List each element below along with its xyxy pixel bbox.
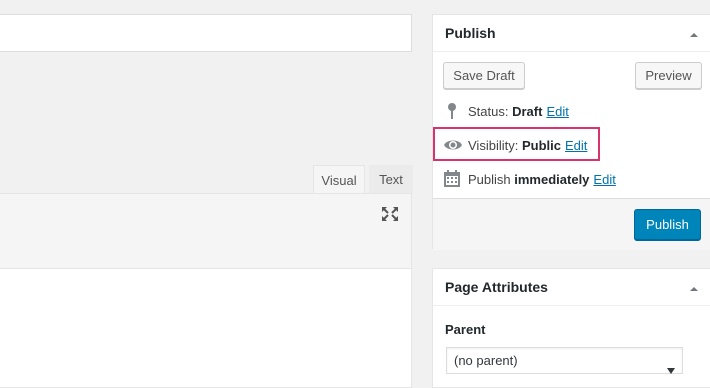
status-edit-link[interactable]: Edit <box>546 104 568 119</box>
publish-button[interactable]: Publish <box>634 209 701 240</box>
fullscreen-icon[interactable] <box>381 206 399 222</box>
parent-select[interactable]: (no parent) <box>446 347 683 374</box>
publish-value: immediately <box>514 172 590 187</box>
publish-box: Publish Save Draft Preview Status: Draft… <box>432 14 710 250</box>
chevron-down-icon <box>667 357 675 374</box>
pin-icon <box>445 102 463 120</box>
status-label: Status: <box>468 104 509 119</box>
publish-header[interactable]: Publish <box>433 15 710 52</box>
editor-content[interactable] <box>0 268 412 388</box>
page-attributes-title: Page Attributes <box>445 279 548 295</box>
publish-schedule-row: Publish immediately Edit <box>468 172 616 187</box>
publish-label: Publish <box>468 172 511 187</box>
publish-title: Publish <box>445 25 496 41</box>
publish-edit-link[interactable]: Edit <box>593 172 615 187</box>
tab-text[interactable]: Text <box>369 165 413 194</box>
save-draft-button[interactable]: Save Draft <box>443 62 525 89</box>
parent-select-value: (no parent) <box>454 353 518 368</box>
eye-icon <box>443 136 463 154</box>
visibility-label: Visibility: <box>468 138 519 153</box>
visibility-value: Public <box>521 138 561 153</box>
status-value: Draft <box>512 104 543 119</box>
tab-visual[interactable]: Visual <box>313 165 365 194</box>
visibility-edit-link[interactable]: Edit <box>565 138 587 153</box>
calendar-icon <box>443 170 461 188</box>
status-row: Status: Draft Edit <box>468 104 569 119</box>
editor-toolbar <box>0 193 412 269</box>
preview-button[interactable]: Preview <box>635 62 702 89</box>
publish-footer: Publish <box>433 198 710 250</box>
parent-label: Parent <box>445 322 486 337</box>
collapse-arrow-icon[interactable] <box>689 282 699 292</box>
visibility-row: Visibility: Public Edit <box>468 138 587 153</box>
title-input[interactable] <box>0 14 412 52</box>
page-attributes-box: Page Attributes Parent (no parent) <box>432 268 710 388</box>
collapse-arrow-icon[interactable] <box>689 28 699 38</box>
page-attributes-header[interactable]: Page Attributes <box>433 269 710 306</box>
